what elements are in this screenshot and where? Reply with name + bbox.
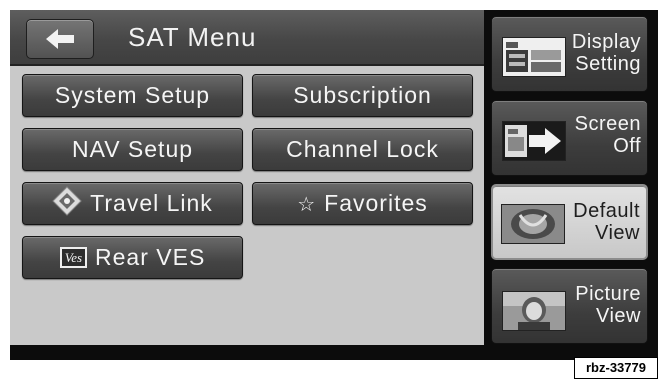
rear-ves-label: Rear VES: [95, 244, 206, 270]
ves-icon: Ves: [59, 247, 88, 268]
nav-setup-button[interactable]: NAV Setup: [22, 128, 243, 171]
view-sidebar: DisplaySetting ScreenOff DefaultView: [487, 10, 658, 350]
screen-off-icon: [502, 121, 566, 161]
back-button[interactable]: [26, 19, 94, 59]
channel-lock-button[interactable]: Channel Lock: [252, 128, 473, 171]
nav-setup-label: NAV Setup: [71, 136, 194, 162]
image-credit: rbz-33779: [574, 357, 658, 379]
rear-ves-button[interactable]: Ves Rear VES: [22, 236, 243, 279]
picture-view-icon: [502, 291, 566, 331]
channel-lock-label: Channel Lock: [286, 136, 439, 162]
screen-off-label: Screen Off: [574, 113, 641, 157]
bottom-bar: [10, 345, 658, 360]
picture-view-label: Picture View: [575, 283, 641, 327]
left-arrow-icon: [46, 29, 74, 49]
display-setting-icon: [502, 37, 566, 77]
travel-link-button[interactable]: Travel Link: [22, 182, 243, 225]
favorites-button[interactable]: ☆ Favorites: [252, 182, 473, 225]
travel-link-icon: [52, 185, 82, 222]
header-bar: SAT Menu: [10, 10, 484, 66]
display-setting-button[interactable]: Display Setting: [491, 16, 648, 92]
picture-view-button[interactable]: Picture View: [491, 268, 648, 344]
favorites-label: Favorites: [324, 190, 428, 216]
system-setup-label: System Setup: [54, 82, 211, 108]
page-title: SAT Menu: [128, 22, 257, 52]
default-view-label: Default View: [573, 200, 640, 244]
display-setting-label: Display Setting: [571, 31, 641, 75]
screen-off-button[interactable]: Screen Off: [491, 100, 648, 176]
default-view-button[interactable]: Default View: [491, 184, 648, 260]
subscription-button[interactable]: Subscription: [252, 74, 473, 117]
travel-link-label: Travel Link: [90, 190, 213, 216]
subscription-label: Subscription: [293, 82, 432, 108]
default-view-icon: [501, 204, 565, 244]
star-icon: ☆: [297, 191, 317, 216]
system-setup-button[interactable]: System Setup: [22, 74, 243, 117]
